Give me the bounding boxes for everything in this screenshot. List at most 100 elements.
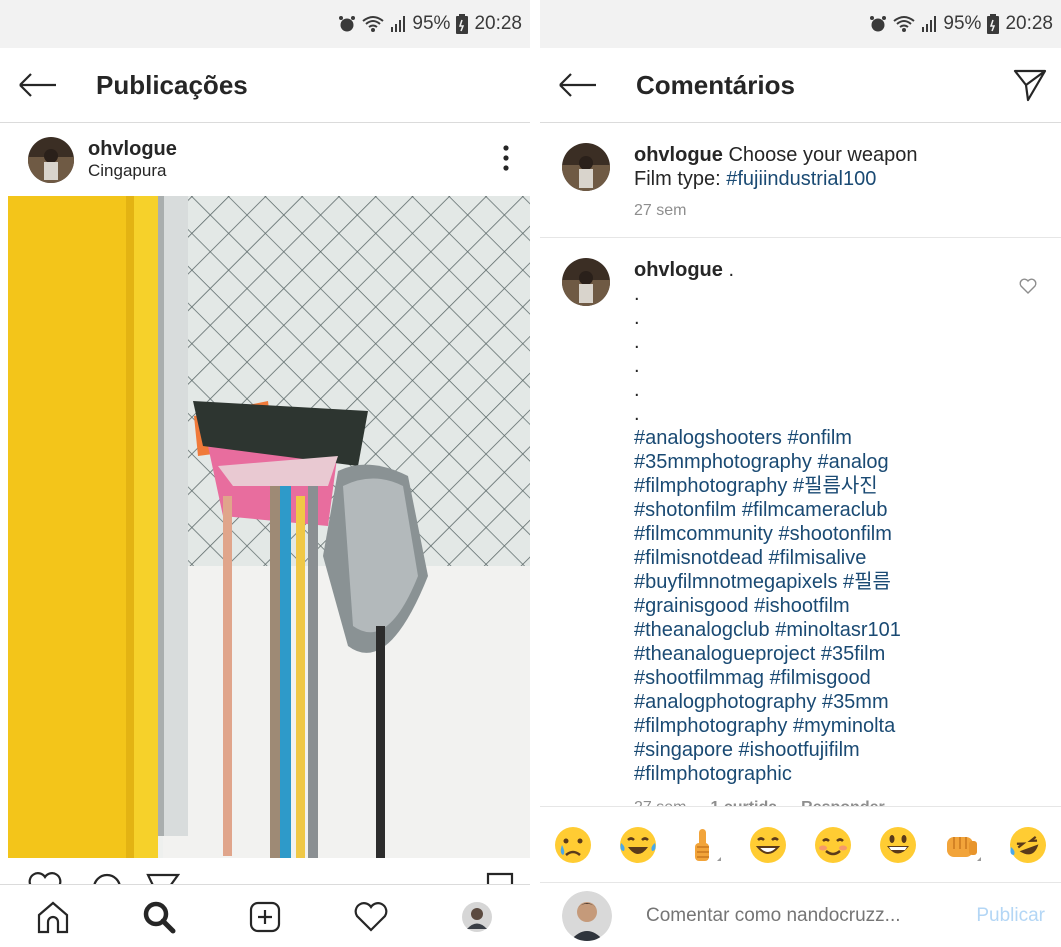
smiling-face-icon (815, 827, 852, 863)
battery-icon (987, 14, 1000, 34)
comment-username[interactable]: ohvlogue (634, 144, 723, 166)
back-button[interactable] (558, 65, 618, 105)
fist-bump-icon (947, 837, 982, 861)
hashtag-line[interactable]: #analogshooters #onfilm (634, 426, 901, 450)
crying-face-icon (554, 827, 591, 863)
battery-percent: 95% (943, 13, 982, 34)
top-bar: Comentários (540, 48, 1061, 123)
hashtag-line[interactable]: #buyfilmnotmegapixels #필름 (634, 570, 901, 594)
hashtag-line[interactable]: #filmcommunity #shootonfilm (634, 522, 901, 546)
caption-comment: ohvlogue Choose your weapon Film type: #… (540, 123, 1061, 238)
emoji-rofl[interactable] (1007, 824, 1049, 866)
film-label: Film type: (634, 168, 721, 190)
caption-text: Choose your weapon (728, 144, 918, 166)
comment-composer: Publicar (540, 882, 1061, 947)
like-comment-button[interactable] (1019, 278, 1037, 299)
hashtag-line[interactable]: #shootfilmmag #filmisgood (634, 666, 901, 690)
heart-icon (1019, 278, 1037, 294)
search-icon (143, 901, 176, 933)
emoji-bar (540, 806, 1061, 883)
avatar[interactable] (562, 258, 610, 306)
emoji-tears-of-joy[interactable] (617, 824, 659, 866)
emoji-grinning-squint[interactable] (747, 824, 789, 866)
hashtag-line[interactable]: #theanalogclub #minoltasr101 (634, 618, 901, 642)
status-bar: 95% 20:28 (0, 0, 530, 48)
home-icon (37, 901, 69, 933)
send-icon[interactable] (146, 872, 180, 884)
comment-first-dot: . (728, 259, 735, 281)
hashtag-line[interactable]: #filmisnotdead #filmisalive (634, 546, 901, 570)
hashtag-line[interactable]: #theanalogueproject #35film (634, 642, 901, 666)
post-photo[interactable] (8, 196, 530, 858)
avatar[interactable] (28, 137, 74, 183)
thumbs-up-icon (694, 829, 721, 861)
status-bar: 95% 20:28 (540, 0, 1061, 48)
share-button[interactable] (1013, 68, 1047, 107)
hashtag-line[interactable]: #analogphotography #35mm (634, 690, 901, 714)
hashtag-line[interactable]: #shotonfilm #filmcameraclub (634, 498, 901, 522)
hashtag-line[interactable]: #filmphotography #필름사진 (634, 474, 901, 498)
comment-time: 27 sem (634, 202, 687, 219)
alarm-icon (339, 16, 356, 32)
nav-profile[interactable] (453, 893, 501, 941)
battery-percent: 95% (412, 13, 451, 34)
post-username[interactable]: ohvlogue (88, 138, 177, 160)
post-screen: 95% 20:28 Publicações ohvlogue Cingapura (0, 0, 530, 947)
hashtag-line[interactable]: #singapore #ishootfujifilm (634, 738, 901, 762)
post-location[interactable]: Cingapura (88, 160, 177, 182)
comments-screen: 95% 20:28 Comentários ohvlogue Choose yo… (540, 0, 1061, 947)
my-avatar (562, 890, 612, 941)
arrow-left-icon (19, 73, 56, 97)
comment-item: ohvlogue . . . . . . . #analogshooters #… (540, 238, 1061, 808)
screen-divider (530, 0, 540, 947)
comment-username[interactable]: ohvlogue (634, 259, 723, 281)
nav-activity[interactable] (347, 893, 395, 941)
comment-dot: . (634, 331, 640, 353)
caption-body: ohvlogue Choose your weapon Film type: #… (634, 143, 917, 237)
heart-icon (354, 901, 388, 932)
comment-dot: . (634, 379, 640, 401)
nav-home[interactable] (29, 893, 77, 941)
hashtag-line[interactable]: #35mmphotography #analog (634, 450, 901, 474)
heart-icon[interactable] (28, 872, 62, 884)
nav-search[interactable] (135, 893, 183, 941)
vertical-dots-icon (503, 145, 509, 171)
nav-new-post[interactable] (241, 893, 289, 941)
clock: 20:28 (474, 13, 522, 34)
page-title: Comentários (636, 69, 795, 100)
clock: 20:28 (1005, 13, 1053, 34)
tears-of-joy-icon (619, 827, 656, 863)
comment-dot: . (634, 283, 640, 305)
hashtag-line[interactable]: #filmphotographic (634, 762, 901, 786)
alarm-icon (870, 16, 887, 32)
hashtag-line[interactable]: #grainisgood #ishootfilm (634, 594, 901, 618)
comment-input[interactable] (644, 903, 948, 928)
emoji-grinning-face[interactable] (877, 824, 919, 866)
hashtag-line[interactable]: #filmphotography #myminolta (634, 714, 901, 738)
comment-dot: . (634, 355, 640, 377)
publish-button[interactable]: Publicar (976, 905, 1045, 927)
grinning-squint-icon (749, 827, 786, 863)
profile-avatar-icon (462, 901, 492, 932)
comment-icon[interactable] (90, 872, 124, 884)
signal-icon (922, 16, 937, 32)
rofl-icon (1010, 827, 1047, 863)
comment-dot: . (634, 403, 640, 425)
hashtag-link[interactable]: #fujiindustrial100 (726, 168, 876, 190)
send-icon (1013, 69, 1047, 102)
emoji-thumbs-up[interactable] (682, 824, 724, 866)
comment-dot: . (634, 307, 640, 329)
more-options-button[interactable] (500, 143, 512, 178)
page-title: Publicações (96, 69, 248, 100)
battery-icon (456, 14, 469, 34)
post-header: ohvlogue Cingapura (0, 123, 530, 197)
post-actions (0, 858, 530, 884)
back-button[interactable] (18, 65, 78, 105)
arrow-left-icon (559, 73, 596, 97)
bottom-nav (0, 884, 530, 947)
emoji-fist-bump[interactable] (942, 824, 984, 866)
avatar[interactable] (562, 143, 610, 191)
emoji-smiling-face[interactable] (812, 824, 854, 866)
bookmark-icon[interactable] (486, 872, 514, 884)
emoji-crying-face[interactable] (552, 824, 594, 866)
